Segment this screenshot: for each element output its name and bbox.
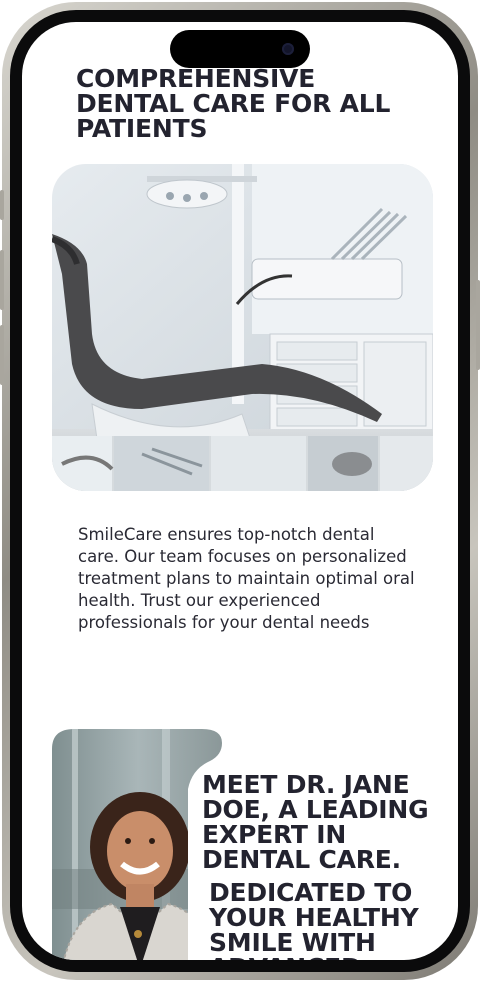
intro-paragraph: SmileCare ensures top-notch dental care.…	[78, 525, 415, 632]
doctor-portrait-photo	[52, 729, 224, 960]
side-button-left	[0, 190, 4, 220]
doctor-heading: Meet Dr. Jane Doe, a leading expert in d…	[202, 770, 429, 874]
page-title: Comprehensive dental care for all patien…	[76, 64, 391, 143]
volume-up-button	[0, 250, 4, 310]
phone-screen[interactable]: Comprehensive dental care for all patien…	[22, 22, 458, 960]
volume-down-button	[0, 325, 4, 385]
doctor-subheading: Dedicated to your healthy smile with adv…	[209, 878, 419, 960]
dynamic-island	[170, 30, 310, 68]
power-button	[476, 280, 480, 370]
dental-clinic-photo	[52, 164, 433, 491]
camera-icon	[282, 43, 294, 55]
